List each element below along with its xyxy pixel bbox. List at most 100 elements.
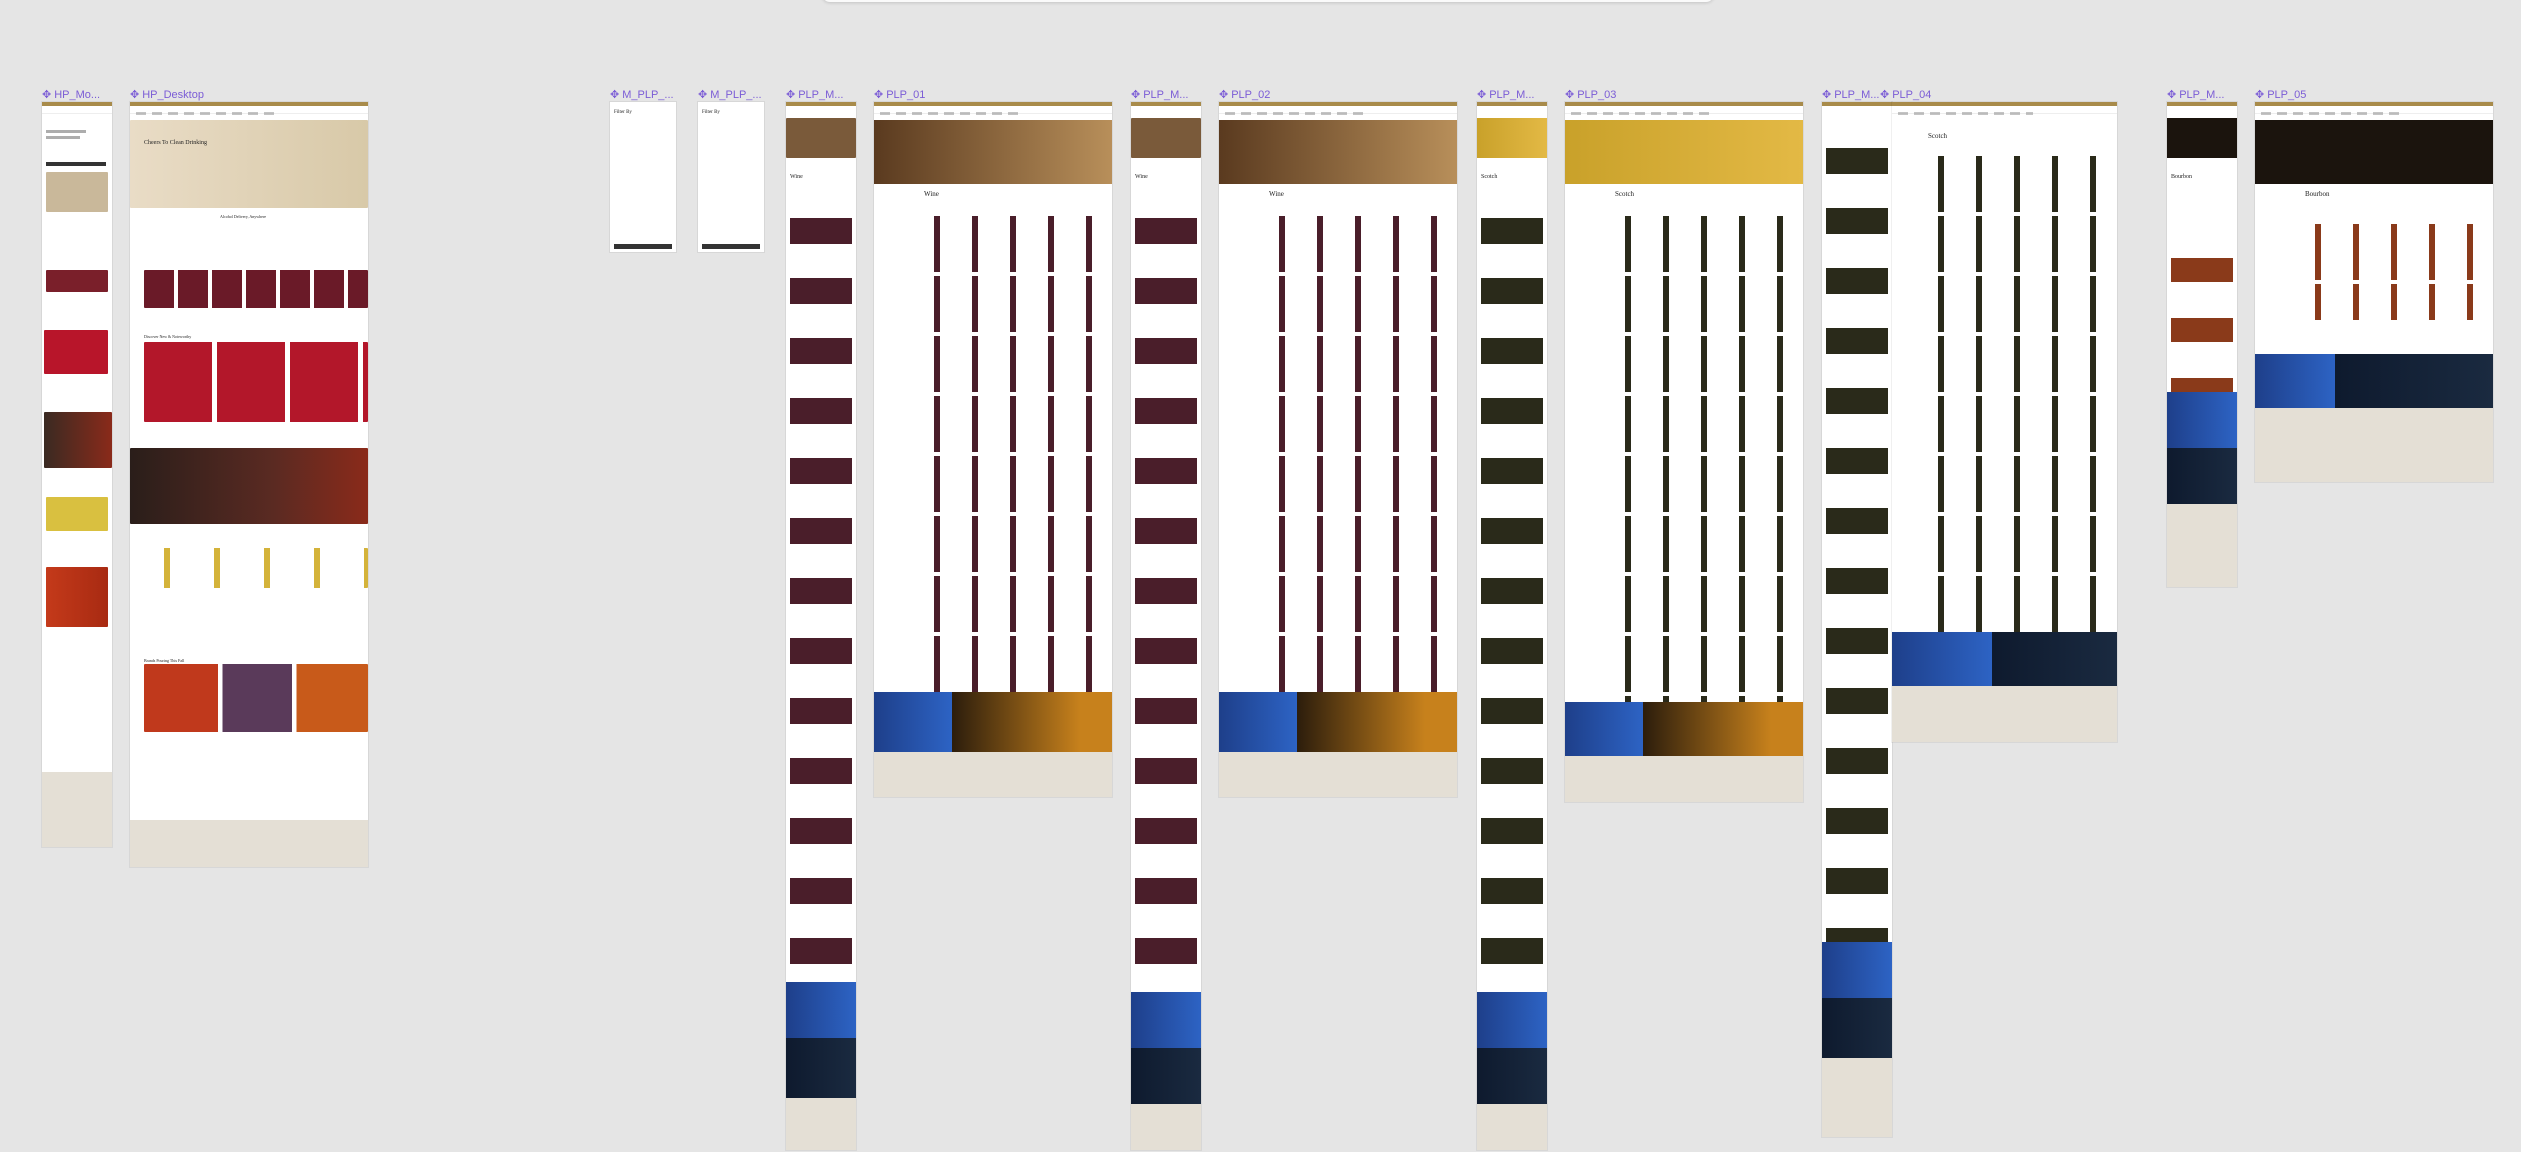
category-image xyxy=(46,270,108,292)
frame-label-hp-mobile[interactable]: ✥ HP_Mo... xyxy=(42,88,106,102)
hero-image xyxy=(1131,118,1201,158)
product-grid xyxy=(1826,142,1888,1022)
frame-plp-04[interactable]: Scotch xyxy=(1892,102,2117,742)
frame-m-plp-filter-2[interactable]: Filter By xyxy=(698,102,764,252)
banner-special[interactable] xyxy=(1565,702,1643,756)
frame-plp-05[interactable]: Bourbon xyxy=(2255,102,2493,482)
banner-special[interactable] xyxy=(1892,632,1992,686)
banner-recipes[interactable] xyxy=(1822,998,1892,1058)
promo-title: Discover New & Noteworthy xyxy=(144,334,192,339)
frame-plp-mobile-bourbon[interactable]: Bourbon xyxy=(2167,102,2237,587)
frame-hp-desktop[interactable]: Cheers To Clean Drinking Alcohol Deliver… xyxy=(130,102,368,867)
nav-bar xyxy=(1892,106,2117,115)
frame-plp-mobile-scotch-1[interactable]: Scotch xyxy=(1477,102,1547,1150)
footer xyxy=(1131,1104,1201,1150)
component-icon: ✥ xyxy=(130,89,140,101)
hero-banner xyxy=(874,120,1112,184)
component-icon: ✥ xyxy=(786,89,796,101)
promo-bar xyxy=(786,102,856,106)
banner-recipes[interactable] xyxy=(1643,702,1803,756)
component-icon: ✥ xyxy=(1822,89,1832,101)
product-grid xyxy=(1926,152,2114,672)
frame-plp-mobile-wine-2[interactable]: Wine xyxy=(1131,102,1201,1150)
promo-bar xyxy=(1131,102,1201,106)
hero-button[interactable] xyxy=(46,162,106,166)
frame-label-plp-m-1[interactable]: ✥ PLP_M... xyxy=(786,88,852,102)
apply-button[interactable] xyxy=(614,244,672,249)
banner-special[interactable] xyxy=(874,692,952,752)
frame-label-plp-m-4[interactable]: ✥ PLP_M... xyxy=(1822,88,1888,102)
makers-mark-banner xyxy=(130,448,368,524)
apply-button[interactable] xyxy=(702,244,760,249)
frame-label-plp-04[interactable]: ✥ PLP_04 xyxy=(1880,88,1960,102)
frame-label-plp-02[interactable]: ✥ PLP_02 xyxy=(1219,88,1299,102)
banner-special[interactable] xyxy=(1219,692,1297,752)
frame-plp-02[interactable]: Wine xyxy=(1219,102,1457,797)
banner-special[interactable] xyxy=(1822,942,1892,998)
hero-banner xyxy=(1219,120,1457,184)
frame-plp-03[interactable]: Scotch xyxy=(1565,102,1803,802)
category-title: Scotch xyxy=(1615,190,1635,198)
bottom-title: Brands Pouring This Fall xyxy=(144,658,185,663)
component-icon: ✥ xyxy=(1477,89,1487,101)
frame-plp-mobile-scotch-2[interactable] xyxy=(1822,102,1892,1137)
hero-banner xyxy=(2255,120,2493,184)
top-toolbar-panel xyxy=(822,0,1714,2)
nav-bar xyxy=(130,106,368,115)
section-title: Alcohol Delivery, Anywhere xyxy=(220,214,267,219)
frame-label-plp-m-3[interactable]: ✥ PLP_M... xyxy=(1477,88,1543,102)
nav-bar xyxy=(1219,106,1457,115)
nav-bar xyxy=(42,106,112,114)
footer xyxy=(874,752,1112,797)
banner-recipes[interactable] xyxy=(1992,632,2117,686)
hero-title: Cheers To Clean Drinking xyxy=(144,140,207,146)
banner-recipes[interactable] xyxy=(786,1038,856,1098)
frame-plp-mobile-wine-1[interactable]: Wine xyxy=(786,102,856,1150)
frame-plp-01[interactable]: Wine xyxy=(874,102,1112,797)
hero-text xyxy=(46,136,80,139)
banner-special[interactable] xyxy=(2255,354,2335,408)
hero-text xyxy=(46,130,86,133)
footer xyxy=(786,1098,856,1150)
category-title: Scotch xyxy=(1481,174,1498,180)
footer xyxy=(1822,1058,1892,1137)
banner-recipes[interactable] xyxy=(1131,1048,1201,1104)
frame-label-plp-m-5[interactable]: ✥ PLP_M... xyxy=(2167,88,2233,102)
brand-image xyxy=(46,567,108,627)
promo-tiles xyxy=(144,342,368,422)
footer xyxy=(42,772,112,847)
frame-label-m-plp-1[interactable]: ✥ M_PLP_... xyxy=(610,88,676,102)
frame-label-hp-desktop[interactable]: ✥ HP_Desktop xyxy=(130,88,230,102)
frame-label-m-plp-2[interactable]: ✥ M_PLP_... xyxy=(698,88,764,102)
banner-recipes[interactable] xyxy=(952,692,1112,752)
banner-special[interactable] xyxy=(786,982,856,1038)
product-grid xyxy=(1267,212,1453,762)
hero-banner xyxy=(1565,120,1803,184)
category-title: Wine xyxy=(924,190,939,198)
brand-tiles xyxy=(144,664,368,732)
banner-recipes[interactable] xyxy=(2335,354,2493,408)
component-icon: ✥ xyxy=(874,89,884,101)
frame-label-plp-m-2[interactable]: ✥ PLP_M... xyxy=(1131,88,1197,102)
promo-bar xyxy=(1822,102,1892,106)
frame-label-plp-03[interactable]: ✥ PLP_03 xyxy=(1565,88,1645,102)
product-grid xyxy=(1613,212,1799,772)
banner-recipes[interactable] xyxy=(1477,1048,1547,1104)
banner-special[interactable] xyxy=(1131,992,1201,1048)
banner-recipes[interactable] xyxy=(2167,448,2237,504)
frame-label-plp-01[interactable]: ✥ PLP_01 xyxy=(874,88,954,102)
component-icon: ✥ xyxy=(610,89,620,101)
frame-hp-mobile[interactable] xyxy=(42,102,112,847)
category-title: Wine xyxy=(790,174,803,180)
component-icon: ✥ xyxy=(698,89,708,101)
frame-m-plp-filter-1[interactable]: Filter By xyxy=(610,102,676,252)
component-icon: ✥ xyxy=(1219,89,1229,101)
banner-recipes[interactable] xyxy=(1297,692,1457,752)
banner-special[interactable] xyxy=(2167,392,2237,448)
category-title: Bourbon xyxy=(2171,174,2192,180)
filter-title: Filter By xyxy=(702,110,720,115)
component-icon: ✥ xyxy=(42,89,52,101)
banner-special[interactable] xyxy=(1477,992,1547,1048)
frame-label-plp-05[interactable]: ✥ PLP_05 xyxy=(2255,88,2335,102)
footer xyxy=(1565,756,1803,802)
